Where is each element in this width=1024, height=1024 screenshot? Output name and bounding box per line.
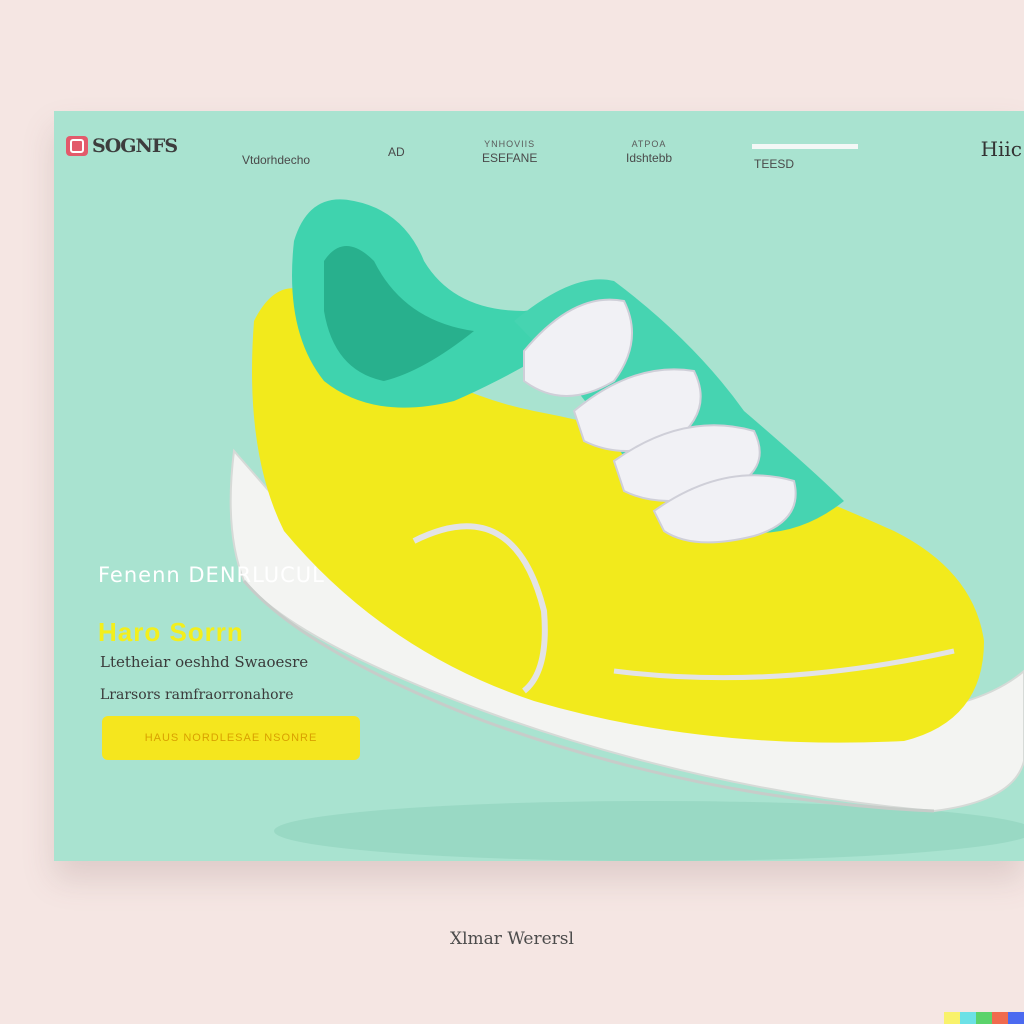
hero-description-2: Lrarsors ramfraorronahore <box>100 687 294 703</box>
nav-item-label: AD <box>388 145 405 159</box>
watermark-swatch <box>992 1012 1008 1024</box>
watermark-swatch <box>1008 1012 1024 1024</box>
nav-item-label: TEESD <box>754 157 795 171</box>
top-nav: SOGNFS Vtdorhdecho AD YNHOVIIS ESEFANE A… <box>54 111 1024 191</box>
watermark-strip <box>944 1012 1024 1024</box>
watermark-swatch <box>976 1012 992 1024</box>
hero-card: SOGNFS Vtdorhdecho AD YNHOVIIS ESEFANE A… <box>54 111 1024 861</box>
brand-logo[interactable]: SOGNFS <box>66 135 178 157</box>
watermark-swatch <box>960 1012 976 1024</box>
nav-item-2[interactable]: AD <box>388 145 405 159</box>
watermark-swatch <box>944 1012 960 1024</box>
nav-item-label: Vtdorhdecho <box>242 153 311 167</box>
nav-item-sup: ATPOA <box>631 139 667 149</box>
nav-item-sup: YNHOVIIS <box>484 139 536 149</box>
nav-end-link[interactable]: Hiic <box>981 137 1022 161</box>
nav-item-4[interactable]: ATPOA Idshtebb <box>626 139 672 165</box>
hero-headline: Haro Sorrn <box>98 617 244 647</box>
nav-item-label: Idshtebb <box>626 151 673 165</box>
page-caption: Xlmar Werersl <box>450 929 574 949</box>
shop-now-button[interactable]: HAUS NORDLESAE NSONRE <box>102 716 360 760</box>
nav-item-label: ESEFANE <box>482 151 538 165</box>
hero-kicker: Fenenn DENRLUCUL <box>98 563 325 587</box>
hero-description-1: Ltetheiar oeshhd Swaoesre <box>100 653 309 671</box>
logo-text: SOGNFS <box>92 135 178 157</box>
nav-active-indicator <box>752 144 858 149</box>
nav-item-3[interactable]: YNHOVIIS ESEFANE <box>482 139 537 165</box>
nav-item-1[interactable]: Vtdorhdecho <box>242 153 310 167</box>
logo-icon <box>66 136 88 156</box>
nav-item-5[interactable]: TEESD <box>754 157 794 171</box>
